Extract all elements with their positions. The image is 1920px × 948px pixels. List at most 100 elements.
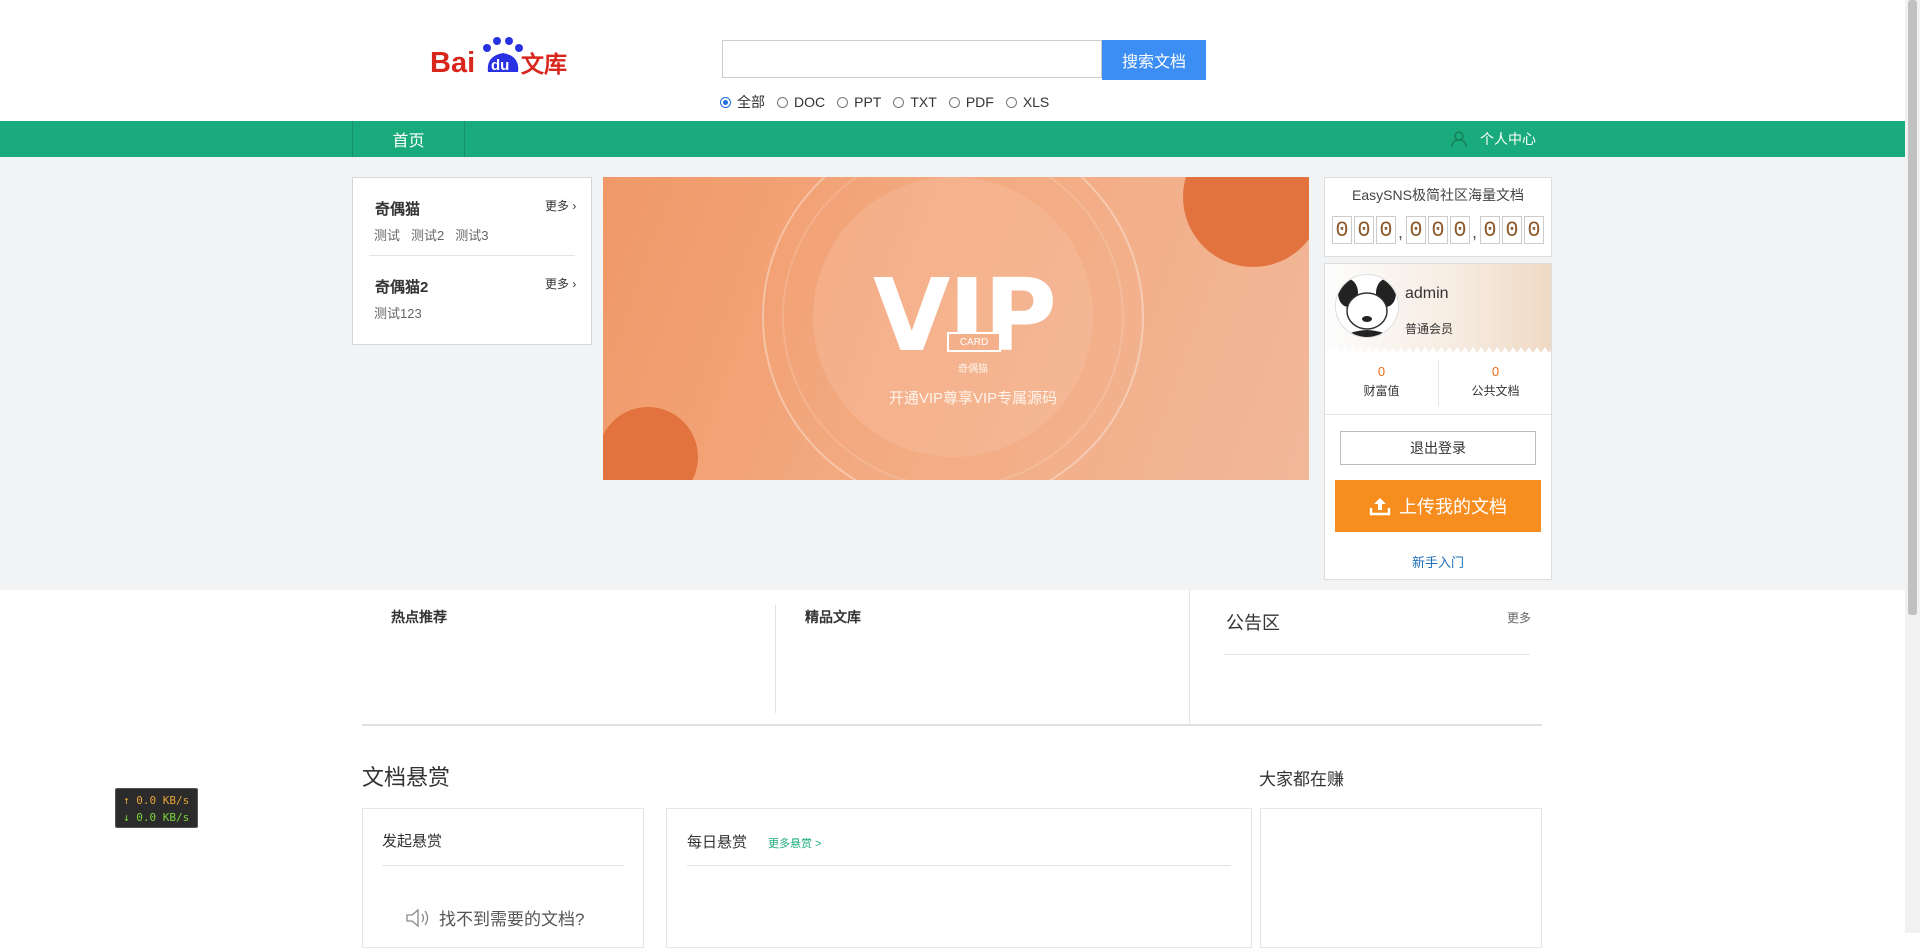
category-link[interactable]: 测试123 [374, 303, 422, 322]
divider [1224, 654, 1530, 655]
banner-brand: 奇偶猫 [958, 364, 988, 375]
banner-subtitle: 开通VIP尊享VIP专属源码 [888, 390, 1058, 407]
cant-find-prompt[interactable]: 找不到需要的文档? [405, 905, 584, 930]
vip-banner[interactable]: VIP CARD 奇偶猫 开通VIP尊享VIP专属源码 [603, 177, 1309, 480]
filter-ppt[interactable]: PPT [837, 94, 881, 110]
premium-library-title: 精品文库 [805, 609, 861, 625]
earn-section-title: 大家都在赚 [1259, 770, 1344, 789]
notice-more-link[interactable]: 更多 [1507, 609, 1531, 626]
search-button[interactable]: 搜索文档 [1102, 40, 1206, 80]
upload-icon [1369, 498, 1391, 516]
user-center-link[interactable]: 个人中心 [1450, 121, 1536, 157]
baidu-wenku-logo[interactable]: Bai du 文库 [430, 32, 570, 80]
document-counter: EasySNS极简社区海量文档 0 0 0 , 0 0 0 , 0 0 0 [1324, 177, 1552, 257]
chevron-right-icon: › [572, 277, 577, 291]
divider [687, 865, 1231, 866]
radio-icon[interactable] [777, 96, 788, 108]
counter-digit: 0 [1450, 216, 1470, 244]
logout-button[interactable]: 退出登录 [1340, 431, 1536, 465]
user-icon [1451, 131, 1467, 148]
search-input[interactable] [722, 40, 1102, 78]
card-tag: CARD [947, 332, 1001, 352]
speaker-icon [406, 908, 429, 927]
username: admin [1405, 285, 1449, 302]
counter-digits: 0 0 0 , 0 0 0 , 0 0 0 [1332, 216, 1546, 244]
launch-reward-title: 发起悬赏 [382, 833, 443, 850]
counter-digit: 0 [1332, 216, 1352, 244]
filter-label: DOC [794, 94, 826, 110]
counter-comma: , [1398, 222, 1404, 242]
radio-icon[interactable] [1005, 96, 1017, 108]
panda-avatar-icon [1336, 275, 1398, 337]
avatar[interactable] [1335, 274, 1399, 338]
category-link[interactable]: 测试3 [455, 225, 488, 244]
category-box: 奇偶猫 更多 › 测试 测试2 测试3 奇偶猫2 更多 › 测试123 [352, 177, 592, 345]
more-label: 更多 [545, 277, 570, 291]
upload-speed: ↑ 0.0 KB/s [123, 794, 190, 807]
network-speed-widget[interactable]: ↑ 0.0 KB/s ↓ 0.0 KB/s [115, 788, 198, 828]
divider [1189, 590, 1190, 724]
main-nav-bar [0, 121, 1905, 157]
filter-all[interactable]: 全部 [720, 92, 765, 112]
category-title[interactable]: 奇偶猫2 [375, 276, 428, 297]
filter-xls[interactable]: XLS [1005, 94, 1050, 110]
notice-title: 公告区 [1226, 613, 1280, 633]
user-role: 普通会员 [1405, 322, 1454, 336]
zigzag-edge [1325, 347, 1551, 353]
category-title[interactable]: 奇偶猫 [375, 198, 420, 219]
divider [775, 605, 776, 713]
filter-label: PDF [965, 94, 994, 110]
counter-title: EasySNS极简社区海量文档 [1352, 187, 1524, 203]
user-center-label: 个人中心 [1480, 131, 1536, 147]
cant-find-label: 找不到需要的文档? [439, 910, 585, 929]
divider [1325, 414, 1551, 415]
more-label: 更多 [545, 199, 570, 213]
daily-reward-panel: 每日悬赏 更多悬赏 > [666, 808, 1252, 948]
stat-label: 财富值 [1363, 384, 1400, 398]
counter-digit: 0 [1480, 216, 1500, 244]
svg-text:du: du [491, 57, 509, 74]
hot-recommend-title: 热点推荐 [391, 609, 447, 625]
reward-section-title: 文档悬赏 [362, 765, 451, 790]
stat-public-docs[interactable]: 0 公共文档 [1439, 364, 1552, 399]
stat-value: 0 [1377, 364, 1386, 379]
scrollbar-thumb[interactable] [1908, 0, 1917, 615]
counter-digit: 0 [1502, 216, 1522, 244]
more-reward-link[interactable]: 更多悬赏 > [768, 835, 821, 851]
download-speed: ↓ 0.0 KB/s [123, 811, 190, 824]
chevron-right-icon: › [572, 199, 577, 213]
radio-icon[interactable] [720, 96, 731, 108]
category-more-link[interactable]: 更多 › [545, 275, 576, 292]
svg-text:Bai: Bai [430, 47, 475, 79]
launch-reward-panel: 发起悬赏 找不到需要的文档? [362, 808, 644, 948]
section-divider [362, 724, 1542, 726]
upload-document-button[interactable]: 上传我的文档 [1335, 480, 1541, 532]
counter-digit: 0 [1354, 216, 1374, 244]
divider [369, 255, 575, 256]
filter-txt[interactable]: TXT [893, 94, 937, 110]
divider [382, 865, 624, 866]
category-link[interactable]: 测试 [374, 225, 400, 244]
filter-label: XLS [1022, 94, 1050, 110]
radio-icon[interactable] [893, 96, 905, 108]
counter-digit: 0 [1428, 216, 1448, 244]
category-more-link[interactable]: 更多 › [545, 197, 576, 214]
svg-text:文库: 文库 [521, 51, 567, 78]
newbie-guide-link[interactable]: 新手入门 [1325, 552, 1551, 571]
counter-digit: 0 [1376, 216, 1396, 244]
counter-comma: , [1472, 222, 1478, 242]
filter-label: PPT [854, 94, 882, 110]
filter-doc[interactable]: DOC [777, 94, 825, 110]
nav-home-link[interactable]: 首页 [352, 121, 465, 157]
counter-digit: 0 [1406, 216, 1426, 244]
filter-label: 全部 [737, 94, 765, 110]
vip-title: VIP [873, 257, 1057, 374]
category-link[interactable]: 测试2 [411, 225, 444, 244]
filter-pdf[interactable]: PDF [948, 94, 994, 110]
user-panel: admin 普通会员 0 财富值 0 公共文档 退出登录 上传我的文档 新手入门 [1324, 263, 1552, 580]
category-links: 测试123 [374, 303, 422, 322]
radio-icon[interactable] [837, 96, 849, 108]
daily-reward-title: 每日悬赏 [687, 834, 748, 851]
radio-icon[interactable] [948, 96, 960, 108]
stat-wealth[interactable]: 0 财富值 [1325, 364, 1438, 399]
